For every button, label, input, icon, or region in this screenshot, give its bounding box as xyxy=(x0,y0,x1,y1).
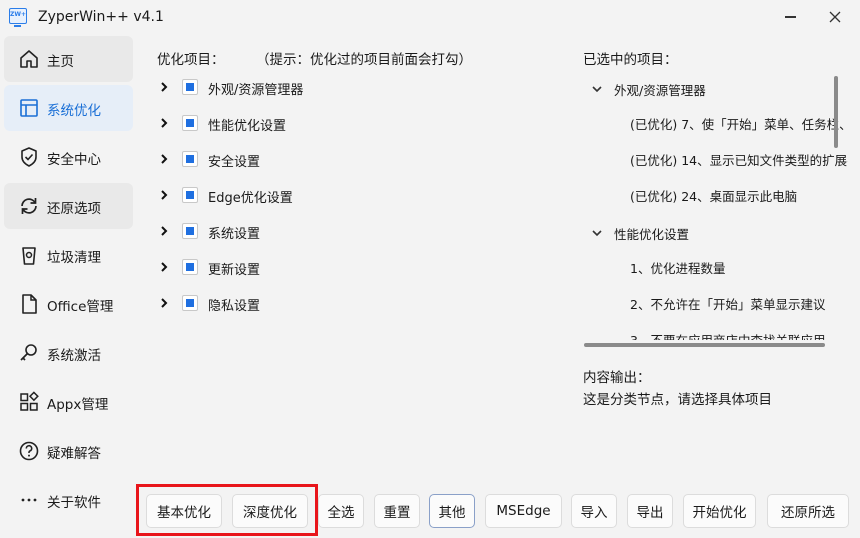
selected-items-tree[interactable]: 外观/资源管理器 (已优化) 7、使「开始」菜单、任务栏、操作中心 (已优化) … xyxy=(580,72,848,352)
selected-item-label: 1、优化进程数量 xyxy=(630,261,726,276)
sidebar-item-restore[interactable]: 还原选项 xyxy=(4,183,133,229)
chevron-right-icon[interactable] xyxy=(158,188,170,202)
tree-item-label: Edge优化设置 xyxy=(208,191,293,206)
tree-item[interactable]: 更新设置 xyxy=(158,257,558,279)
selected-group-label: 外观/资源管理器 xyxy=(614,83,706,98)
sidebar-item-about[interactable]: 关于软件 xyxy=(4,477,133,523)
chevron-right-icon[interactable] xyxy=(158,116,170,130)
tree-checkbox[interactable] xyxy=(182,259,198,275)
tree-checkbox[interactable] xyxy=(182,115,198,131)
tree-item[interactable]: 隐私设置 xyxy=(158,293,558,315)
sidebar-item-label: 还原选项 xyxy=(47,201,101,217)
sidebar-item-label: Office管理 xyxy=(47,299,114,315)
highlight-annotation-box xyxy=(136,484,318,536)
optimize-items-label: 优化项目： xyxy=(157,52,225,68)
chevron-down-icon[interactable] xyxy=(591,227,603,239)
close-button[interactable] xyxy=(820,5,850,29)
hint-text: （提示：优化过的项目前面会打勾） xyxy=(256,52,472,68)
tree-item-label: 性能优化设置 xyxy=(208,119,287,134)
sidebar-item-label: 疑难解答 xyxy=(47,446,101,462)
vertical-scrollbar[interactable] xyxy=(834,76,838,148)
chevron-right-icon[interactable] xyxy=(158,260,170,274)
sidebar-item-label: 系统优化 xyxy=(47,103,101,119)
selected-group-label: 性能优化设置 xyxy=(614,227,690,242)
more-icon xyxy=(21,498,37,502)
sidebar-item-home[interactable]: 主页 xyxy=(4,36,133,82)
chevron-right-icon[interactable] xyxy=(158,80,170,94)
tree-item-label: 系统设置 xyxy=(208,227,261,242)
sidebar-item-help[interactable]: 疑难解答 xyxy=(4,428,133,474)
tree-item-label: 更新设置 xyxy=(208,263,261,278)
shield-icon xyxy=(21,147,37,167)
sidebar-item-security[interactable]: 安全中心 xyxy=(4,134,133,180)
import-button[interactable]: 导入 xyxy=(571,494,617,528)
chevron-right-icon[interactable] xyxy=(158,296,170,310)
minimize-button[interactable] xyxy=(775,5,805,29)
tree-checkbox[interactable] xyxy=(182,223,198,239)
selected-item-label: 2、不允许在「开始」菜单显示建议 xyxy=(630,297,826,312)
apps-grid-icon xyxy=(20,391,39,411)
tree-checkbox[interactable] xyxy=(182,151,198,167)
sidebar-item-label: 系统激活 xyxy=(47,348,101,364)
home-icon xyxy=(20,50,38,68)
tree-item[interactable]: 外观/资源管理器 xyxy=(158,77,558,99)
other-button[interactable]: 其他 xyxy=(429,494,475,528)
sidebar-item-label: 安全中心 xyxy=(47,152,101,168)
chevron-down-icon[interactable] xyxy=(591,83,603,95)
sidebar-item-appx[interactable]: Appx管理 xyxy=(4,379,133,425)
tree-item[interactable]: 性能优化设置 xyxy=(158,113,558,135)
selected-item-row[interactable]: (已优化) 14、显示已知文件类型的扩展名 xyxy=(630,150,848,172)
selected-items-label: 已选中的项目： xyxy=(583,52,678,68)
sidebar: 主页 系统优化 安全中心 还原选项 垃圾清理 Office管理 系统激活 App… xyxy=(0,34,138,538)
selected-item-label: (已优化) 24、桌面显示此电脑 xyxy=(630,189,798,204)
sidebar-item-label: 主页 xyxy=(47,54,74,70)
selected-item-row[interactable]: (已优化) 7、使「开始」菜单、任务栏、操作中心 xyxy=(630,114,848,136)
sidebar-item-office[interactable]: Office管理 xyxy=(4,281,133,327)
reset-button[interactable]: 重置 xyxy=(374,494,420,528)
restore-icon xyxy=(21,198,37,214)
title-bar: ZW+ ZyperWin++ v4.1 xyxy=(0,0,860,34)
tree-item[interactable]: Edge优化设置 xyxy=(158,185,558,207)
sidebar-item-label: 关于软件 xyxy=(47,495,101,511)
sidebar-item-activation[interactable]: 系统激活 xyxy=(4,330,133,376)
sidebar-item-label: 垃圾清理 xyxy=(47,250,101,266)
help-icon xyxy=(19,441,39,461)
app-logo-text: ZW+ xyxy=(10,11,26,18)
msedge-button[interactable]: MSEdge xyxy=(485,494,562,528)
sidebar-item-cleanup[interactable]: 垃圾清理 xyxy=(4,232,133,278)
sidebar-item-system-optimize[interactable]: 系统优化 xyxy=(4,85,133,131)
selected-item-label: (已优化) 14、显示已知文件类型的扩展名 xyxy=(630,153,848,168)
sidebar-item-label: Appx管理 xyxy=(47,397,109,413)
select-all-button[interactable]: 全选 xyxy=(318,494,364,528)
selected-item-row[interactable]: (已优化) 24、桌面显示此电脑 xyxy=(630,186,797,208)
tree-checkbox[interactable] xyxy=(182,187,198,203)
selected-item-row[interactable]: 1、优化进程数量 xyxy=(630,258,725,280)
trash-icon xyxy=(22,247,36,265)
export-button[interactable]: 导出 xyxy=(627,494,673,528)
tree-item-label: 隐私设置 xyxy=(208,299,261,314)
selected-item-label: (已优化) 7、使「开始」菜单、任务栏、操作中心 xyxy=(630,117,848,132)
tree-item-label: 安全设置 xyxy=(208,155,261,170)
app-logo-icon: ZW+ xyxy=(9,8,27,27)
window-title: ZyperWin++ v4.1 xyxy=(38,9,164,25)
selected-item-row[interactable]: 2、不允许在「开始」菜单显示建议 xyxy=(630,294,825,316)
tree-checkbox[interactable] xyxy=(182,295,198,311)
system-optimize-icon xyxy=(20,99,38,117)
restore-selected-button[interactable]: 还原所选 xyxy=(767,494,849,528)
tree-item[interactable]: 系统设置 xyxy=(158,221,558,243)
tree-item-label: 外观/资源管理器 xyxy=(208,83,304,98)
close-icon xyxy=(829,11,841,23)
chevron-right-icon[interactable] xyxy=(158,152,170,166)
output-text: 这是分类节点，请选择具体项目 xyxy=(583,392,772,408)
start-optimize-button[interactable]: 开始优化 xyxy=(683,494,756,528)
document-icon xyxy=(22,294,37,314)
tree-item[interactable]: 安全设置 xyxy=(158,149,558,171)
tree-checkbox[interactable] xyxy=(182,79,198,95)
minimize-icon xyxy=(784,16,796,18)
chevron-right-icon[interactable] xyxy=(158,224,170,238)
key-icon xyxy=(20,344,37,361)
output-label: 内容输出： xyxy=(583,370,651,386)
horizontal-scrollbar[interactable] xyxy=(584,343,825,347)
